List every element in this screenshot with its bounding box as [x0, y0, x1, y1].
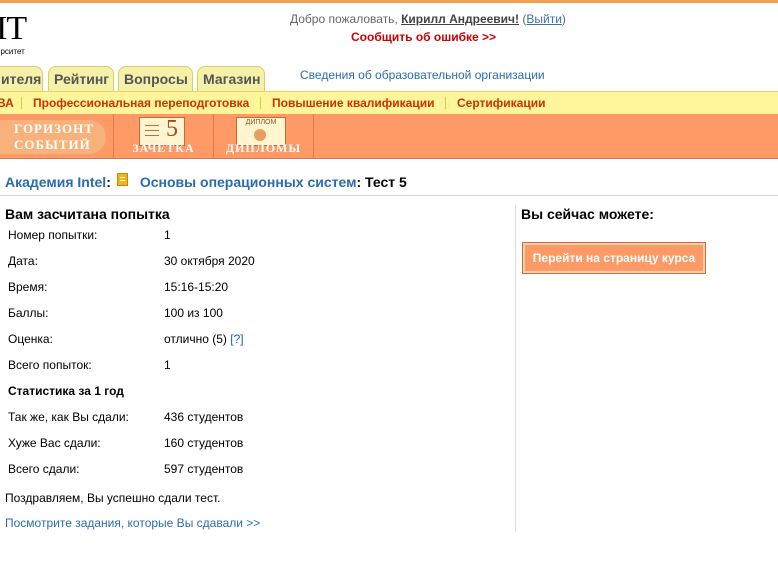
- row-label: Баллы:: [8, 306, 49, 320]
- book-icon: [116, 173, 128, 186]
- breadcrumb-test: : Тест 5: [356, 174, 407, 190]
- row-label: Время:: [8, 280, 48, 294]
- breadcrumb-academy-link[interactable]: Академия Intel: [5, 174, 106, 190]
- go-to-course-button[interactable]: Перейти на страницу курса: [522, 242, 706, 274]
- logout-link[interactable]: Выйти: [526, 12, 562, 26]
- row-value: 160 студентов: [164, 436, 244, 450]
- welcome-text: Добро пожаловать, Кирилл Андреевич! (Вый…: [290, 12, 566, 26]
- user-name-link[interactable]: Кирилл Андреевич!: [401, 12, 519, 26]
- nav-item-retraining[interactable]: Профессиональная переподготовка: [33, 96, 249, 110]
- nav-separator: [21, 97, 22, 109]
- welcome-prefix: Добро пожаловать,: [290, 12, 402, 26]
- gradebook-icon-number: 5: [166, 116, 178, 142]
- horizon-line2: СОБЫТИЙ: [14, 137, 91, 152]
- nav-item-mba[interactable]: ВА: [0, 96, 14, 110]
- secondary-nav: ВА Профессиональная переподготовка Повыш…: [0, 91, 778, 115]
- row-label: Так же, как Вы сдали:: [8, 410, 129, 424]
- row-value: 100 из 100: [164, 306, 223, 320]
- top-accent-line: [0, 0, 778, 3]
- nav-item-certification[interactable]: Сертификации: [457, 96, 545, 110]
- congrats-message: Поздравляем, Вы успешно сдали тест.: [5, 491, 221, 505]
- row-label: Хуже Вас сдали:: [8, 436, 101, 450]
- row-label: Дата:: [8, 254, 38, 268]
- horizon-events-button[interactable]: ГОРИЗОНТ СОБЫТИЙ: [0, 114, 114, 158]
- tab-shop[interactable]: Магазин: [197, 66, 265, 91]
- tab-questions[interactable]: Вопросы: [118, 66, 193, 91]
- stats-title: Статистика за 1 год: [8, 384, 124, 398]
- row-value: 30 октября 2020: [164, 254, 255, 268]
- review-tasks-link[interactable]: Посмотрите задания, которые Вы сдавали >…: [5, 516, 260, 530]
- org-info-link[interactable]: Сведения об образовательной организации: [300, 68, 545, 82]
- row-label: Всего сдали:: [8, 462, 80, 476]
- horizon-line1: ГОРИЗОНТ: [14, 121, 94, 136]
- nav-item-qualification[interactable]: Повышение квалификации: [272, 96, 434, 110]
- gradebook-button[interactable]: 5 ЗАЧЕТКА: [114, 114, 214, 158]
- nav-separator: [260, 97, 261, 109]
- row-value: 15:16-15:20: [164, 280, 229, 294]
- row-value: 1: [164, 358, 171, 372]
- breadcrumb-course-link[interactable]: Основы операционных систем: [140, 174, 357, 190]
- tab-rating[interactable]: Рейтинг: [48, 66, 114, 91]
- logo-subtitle: ерситет: [0, 47, 25, 56]
- diplomas-label: ДИПЛОМЫ: [225, 141, 302, 155]
- horizon-events-logo: ГОРИЗОНТ СОБЫТИЙ: [0, 120, 106, 154]
- grade-value: отлично (5): [164, 332, 227, 346]
- row-value: 597 студентов: [164, 462, 244, 476]
- report-error-link[interactable]: Сообщить об ошибке >>: [351, 30, 496, 44]
- nav-separator: [445, 97, 446, 109]
- gradebook-label: ЗАЧЕТКА: [132, 141, 195, 155]
- row-label: Оценка:: [8, 332, 53, 346]
- divider: [0, 195, 778, 196]
- row-label: Всего попыток:: [8, 358, 92, 372]
- breadcrumb-colon: :: [106, 174, 111, 190]
- site-logo[interactable]: IT ерситет: [0, 12, 36, 58]
- logout-close: ): [561, 12, 566, 26]
- diplomas-button[interactable]: ДИПЛОМ ДИПЛОМЫ: [214, 114, 314, 158]
- row-value: 436 студентов: [164, 410, 244, 424]
- attempt-title: Вам засчитана попытка: [5, 206, 170, 222]
- banner-bar: ГОРИЗОНТ СОБЫТИЙ 5 ЗАЧЕТКА ДИПЛОМ ДИПЛОМ…: [0, 114, 778, 159]
- logo-letters: IT: [0, 10, 27, 47]
- tab-teachers[interactable]: ителя: [0, 66, 43, 91]
- diploma-icon-text: ДИПЛОМ: [245, 119, 277, 126]
- row-label: Номер попытки:: [8, 228, 98, 242]
- actions-title: Вы сейчас можете:: [521, 206, 654, 222]
- column-divider: [515, 205, 516, 532]
- row-value: 1: [164, 228, 171, 242]
- breadcrumb: Академия Intel: Основы операционных систе…: [5, 173, 407, 190]
- grade-help-link[interactable]: [?]: [230, 332, 243, 346]
- row-value: отлично (5) [?]: [164, 332, 244, 346]
